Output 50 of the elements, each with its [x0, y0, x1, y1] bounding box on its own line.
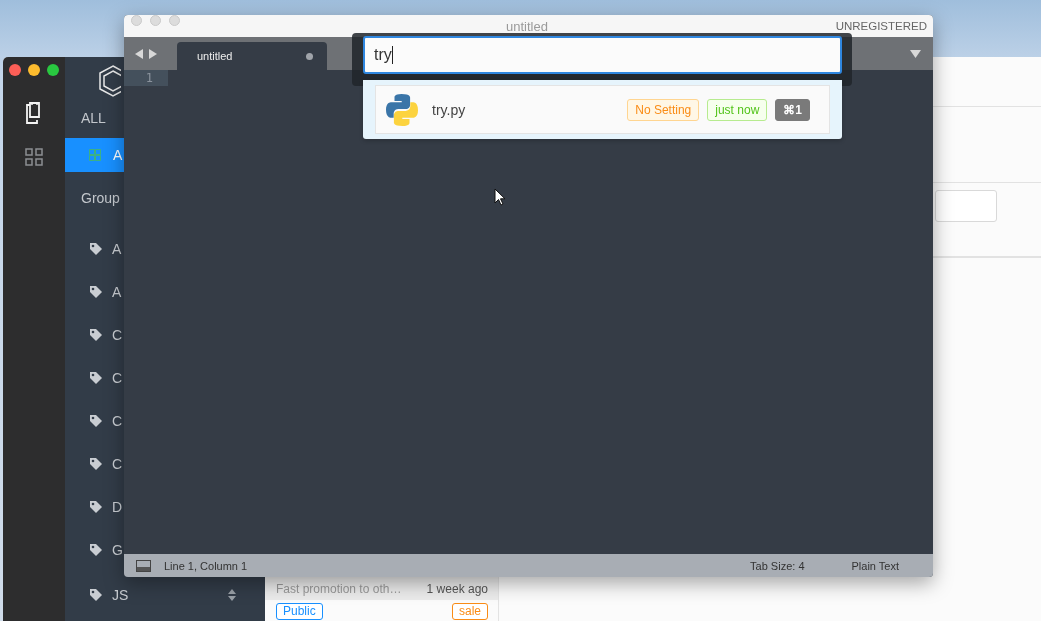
panel-icon[interactable]: [136, 559, 151, 572]
forward-arrow-icon[interactable]: [149, 48, 157, 59]
cursor-position[interactable]: Line 1, Column 1: [164, 559, 248, 572]
grid-icon: [89, 149, 101, 161]
sidebar-item[interactable]: C: [65, 313, 124, 356]
tag-icon: [89, 327, 103, 342]
result-item[interactable]: try.py No Setting just now ⌘1: [375, 85, 830, 134]
hexagon-logo-icon: [98, 64, 121, 98]
sidebar-item[interactable]: C: [65, 399, 124, 442]
badge: ⌘1: [775, 98, 810, 121]
tag-icon: [89, 542, 103, 557]
tag-icon: [89, 370, 103, 385]
registration-label: UNREGISTERED: [835, 20, 927, 32]
zoom-button[interactable]: [47, 64, 59, 76]
editor-tab[interactable]: untitled: [177, 42, 327, 70]
sidebar-item[interactable]: JS: [65, 585, 265, 605]
badge: No Setting: [627, 98, 700, 121]
section-heading: Group: [81, 190, 121, 208]
sidebar-item[interactable]: A: [65, 227, 124, 270]
file-name: try.py: [432, 101, 466, 118]
tag-label[interactable]: Public: [276, 603, 323, 620]
sidebar-item[interactable]: C: [65, 442, 124, 485]
python-icon: [385, 92, 419, 127]
search-field[interactable]: try: [363, 36, 842, 74]
snippet-time: 1 week ago: [426, 581, 488, 596]
mouse-pointer-icon: [494, 188, 506, 206]
back-arrow-icon[interactable]: [135, 48, 143, 59]
tag-icon: [89, 413, 103, 428]
syntax-label[interactable]: Plain Text: [851, 559, 899, 572]
tag-icon: [89, 241, 103, 256]
close-button[interactable]: [9, 64, 21, 76]
tag-icon: [89, 456, 103, 471]
tag-icon: [89, 284, 103, 299]
sort-icon[interactable]: [228, 589, 236, 601]
sidebar-item[interactable]: G: [65, 528, 124, 571]
window-title: untitled: [506, 19, 548, 34]
tab-size[interactable]: Tab Size: 4: [750, 559, 805, 572]
input-field[interactable]: [935, 190, 997, 222]
sidebar-item[interactable]: D: [65, 485, 124, 528]
tag-icon: [89, 588, 103, 602]
snippet-title: Fast promotion to oth…: [276, 581, 402, 596]
minimize-button[interactable]: [28, 64, 40, 76]
documents-icon[interactable]: [25, 102, 43, 124]
sidebar-item[interactable]: C: [65, 356, 124, 399]
section-heading: ALL: [81, 110, 107, 128]
sidebar-item[interactable]: A: [65, 270, 124, 313]
tag-icon: [89, 499, 103, 514]
line-number: 1: [124, 70, 168, 86]
grid-icon[interactable]: [25, 148, 43, 166]
badge: just now: [707, 98, 768, 121]
